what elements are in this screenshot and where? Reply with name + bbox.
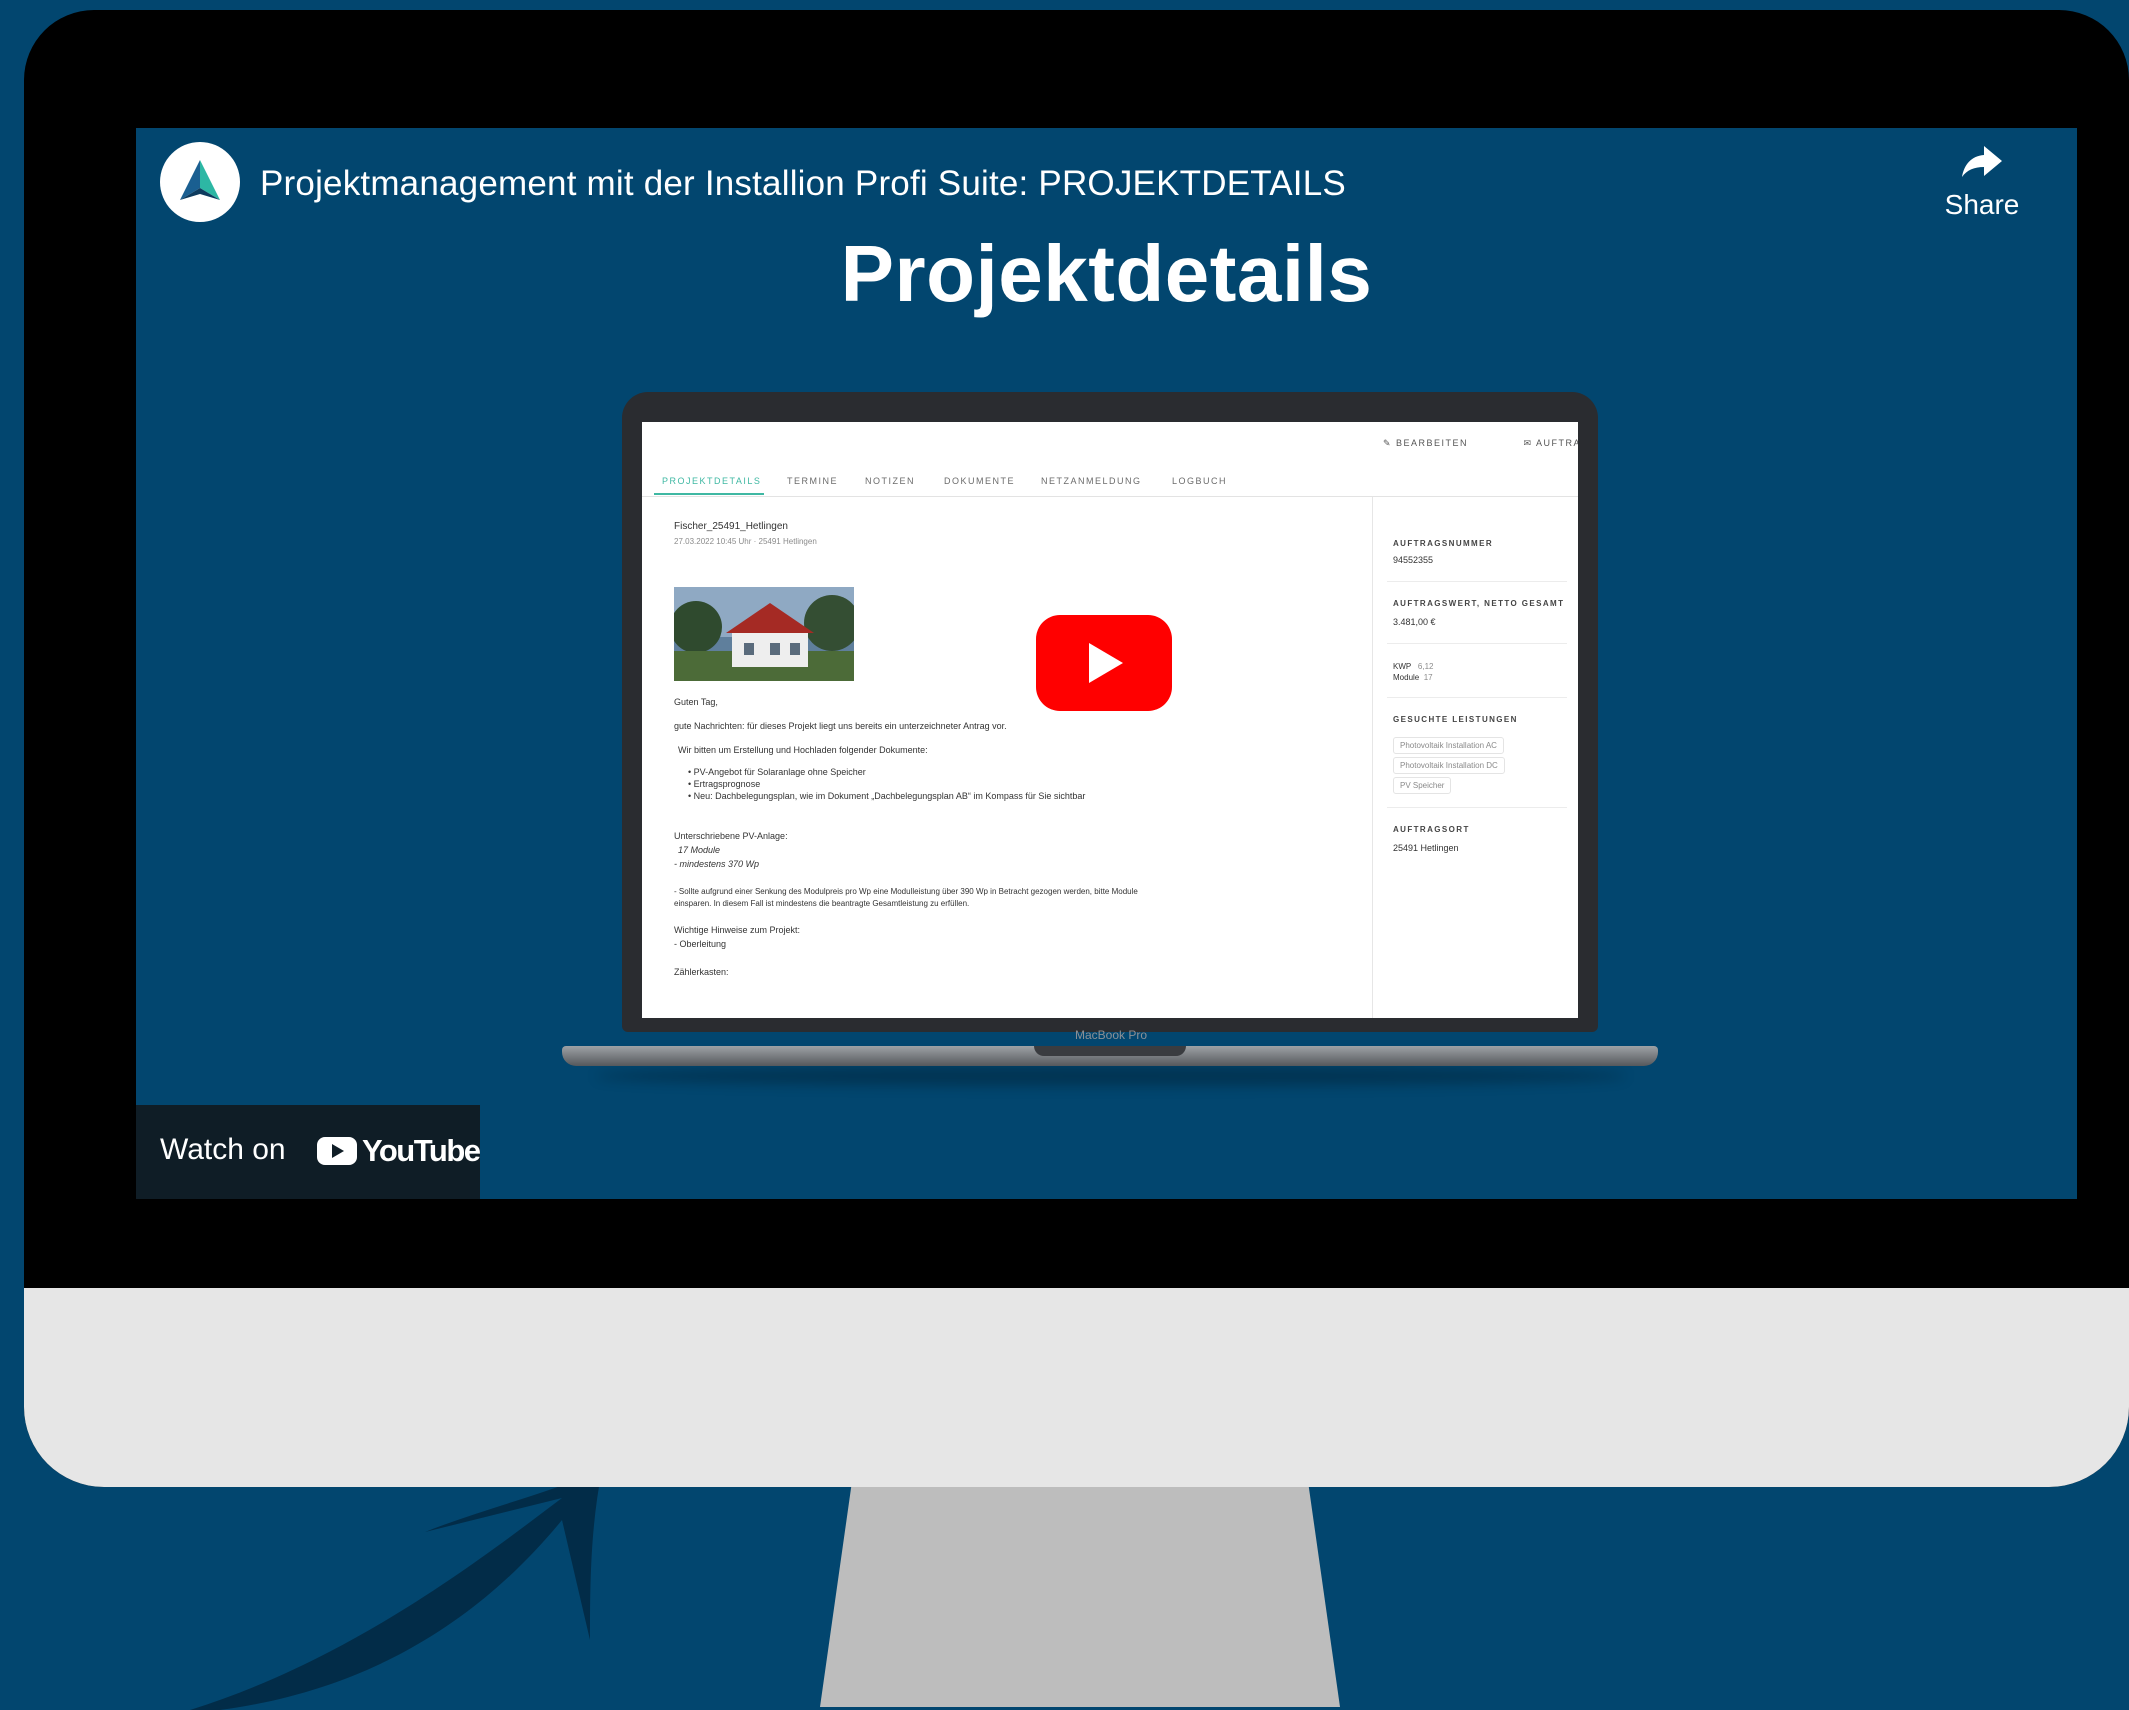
tab-netzanmeldung[interactable]: NETZANMELDUNG: [1041, 476, 1142, 486]
order-value: 3.481,00 €: [1393, 617, 1436, 627]
channel-logo[interactable]: [160, 142, 240, 222]
location-value: 25491 Hetlingen: [1393, 843, 1459, 853]
laptop-notch: [1034, 1046, 1186, 1056]
divider: [1387, 581, 1567, 582]
meter-heading: Zählerkasten:: [674, 967, 729, 977]
bullet-item: • Neu: Dachbelegungsplan, wie im Dokumen…: [688, 791, 1086, 801]
play-button[interactable]: [1036, 615, 1172, 711]
video-title[interactable]: Projektmanagement mit der Installion Pro…: [260, 164, 1346, 204]
share-arrow-icon: [1962, 146, 2002, 177]
order-button[interactable]: ✉ AUFTRAG AB: [1523, 438, 1578, 449]
note-text: - Sollte aufgrund einer Senkung des Modu…: [674, 887, 1138, 896]
youtube-logo-icon: [317, 1137, 357, 1165]
greeting-text: Guten Tag,: [674, 697, 718, 707]
system-heading: Unterschriebene PV-Anlage:: [674, 831, 788, 841]
service-tag: PV Speicher: [1393, 777, 1452, 794]
house-photo: [674, 587, 854, 681]
tab-dokumente[interactable]: DOKUMENTE: [944, 476, 1015, 486]
project-details-pane: Fischer_25491_Hetlingen 27.03.2022 10:45…: [642, 497, 1372, 1018]
monitor-stand: [820, 1487, 1340, 1707]
services-label: GESUCHTE LEISTUNGEN: [1393, 715, 1518, 724]
system-line: - mindestens 370 Wp: [674, 859, 760, 869]
app-tabs: PROJEKTDETAILS TERMINE NOTIZEN DOKUMENTE…: [642, 466, 1578, 497]
monitor-chin: [24, 1288, 2129, 1487]
tab-logbuch[interactable]: LOGBUCH: [1172, 476, 1227, 486]
bullet-item: • Ertragsprognose: [688, 779, 761, 789]
play-icon: [1089, 643, 1123, 683]
watch-on-label: Watch on: [160, 1133, 286, 1166]
decorative-arrow-icon: [190, 1470, 602, 1710]
laptop-shadow: [596, 1066, 1626, 1086]
installion-logo-icon: [180, 160, 220, 200]
app-toolbar: ✎ BEARBEITEN ✉ AUFTRAG AB: [642, 422, 1578, 466]
watch-on-youtube-button[interactable]: Watch on YouTube: [136, 1105, 481, 1199]
request-text: Wir bitten um Erstellung und Hochladen f…: [678, 745, 928, 755]
order-info-sidebar: AUFTRAGSNUMMER 94552355 AUFTRAGSWERT, NE…: [1372, 497, 1578, 1018]
location-label: AUFTRAGSORT: [1393, 825, 1470, 834]
youtube-wordmark: YouTube: [362, 1133, 481, 1168]
order-value-label: AUFTRAGSWERT, NETTO GESAMT: [1393, 599, 1565, 608]
intro-text: gute Nachrichten: für dieses Projekt lie…: [674, 721, 1007, 731]
hints-heading: Wichtige Hinweise zum Projekt:: [674, 925, 801, 935]
note-text: einsparen. In diesem Fall ist mindestens…: [674, 899, 970, 908]
kwp-row: KWP 6,12: [1393, 662, 1434, 671]
pencil-icon: ✎: [1382, 438, 1396, 448]
laptop-brand: MacBook Pro: [1074, 1028, 1148, 1042]
bullet-item: • PV-Angebot für Solaranlage ohne Speich…: [688, 767, 866, 777]
divider: [1387, 807, 1567, 808]
divider: [1387, 643, 1567, 644]
project-meta: 27.03.2022 10:45 Uhr · 25491 Hetlingen: [674, 537, 817, 546]
divider: [1387, 697, 1567, 698]
video-player[interactable]: Projektmanagement mit der Installion Pro…: [136, 128, 2077, 1199]
edit-label: BEARBEITEN: [1395, 438, 1468, 448]
video-heading: Projektdetails: [840, 229, 1373, 318]
system-line: 17 Module: [678, 845, 721, 855]
tab-termine[interactable]: TERMINE: [787, 476, 838, 486]
edit-button[interactable]: ✎ BEARBEITEN: [1383, 438, 1468, 449]
share-button[interactable]: Share: [1937, 144, 2027, 221]
tab-projektdetails[interactable]: PROJEKTDETAILS: [662, 476, 761, 486]
tab-notizen[interactable]: NOTIZEN: [865, 476, 915, 486]
project-name: Fischer_25491_Hetlingen: [674, 521, 788, 532]
hints-line: - Oberleitung: [674, 939, 727, 949]
order-number-label: AUFTRAGSNUMMER: [1393, 539, 1494, 548]
modules-row: Module 17: [1393, 673, 1433, 682]
service-tag: Photovoltaik Installation AC: [1393, 737, 1504, 754]
order-label: AUFTRAG AB: [1535, 438, 1578, 448]
order-number: 94552355: [1393, 555, 1434, 565]
laptop-screen: ✎ BEARBEITEN ✉ AUFTRAG AB PROJEKTDETAILS…: [642, 422, 1578, 1018]
mail-icon: ✉: [1523, 438, 1536, 448]
share-label: Share: [1944, 189, 2020, 220]
monitor-frame: Projektmanagement mit der Installion Pro…: [24, 10, 2129, 1487]
active-tab-indicator: [654, 493, 764, 495]
service-tag: Photovoltaik Installation DC: [1393, 757, 1505, 774]
